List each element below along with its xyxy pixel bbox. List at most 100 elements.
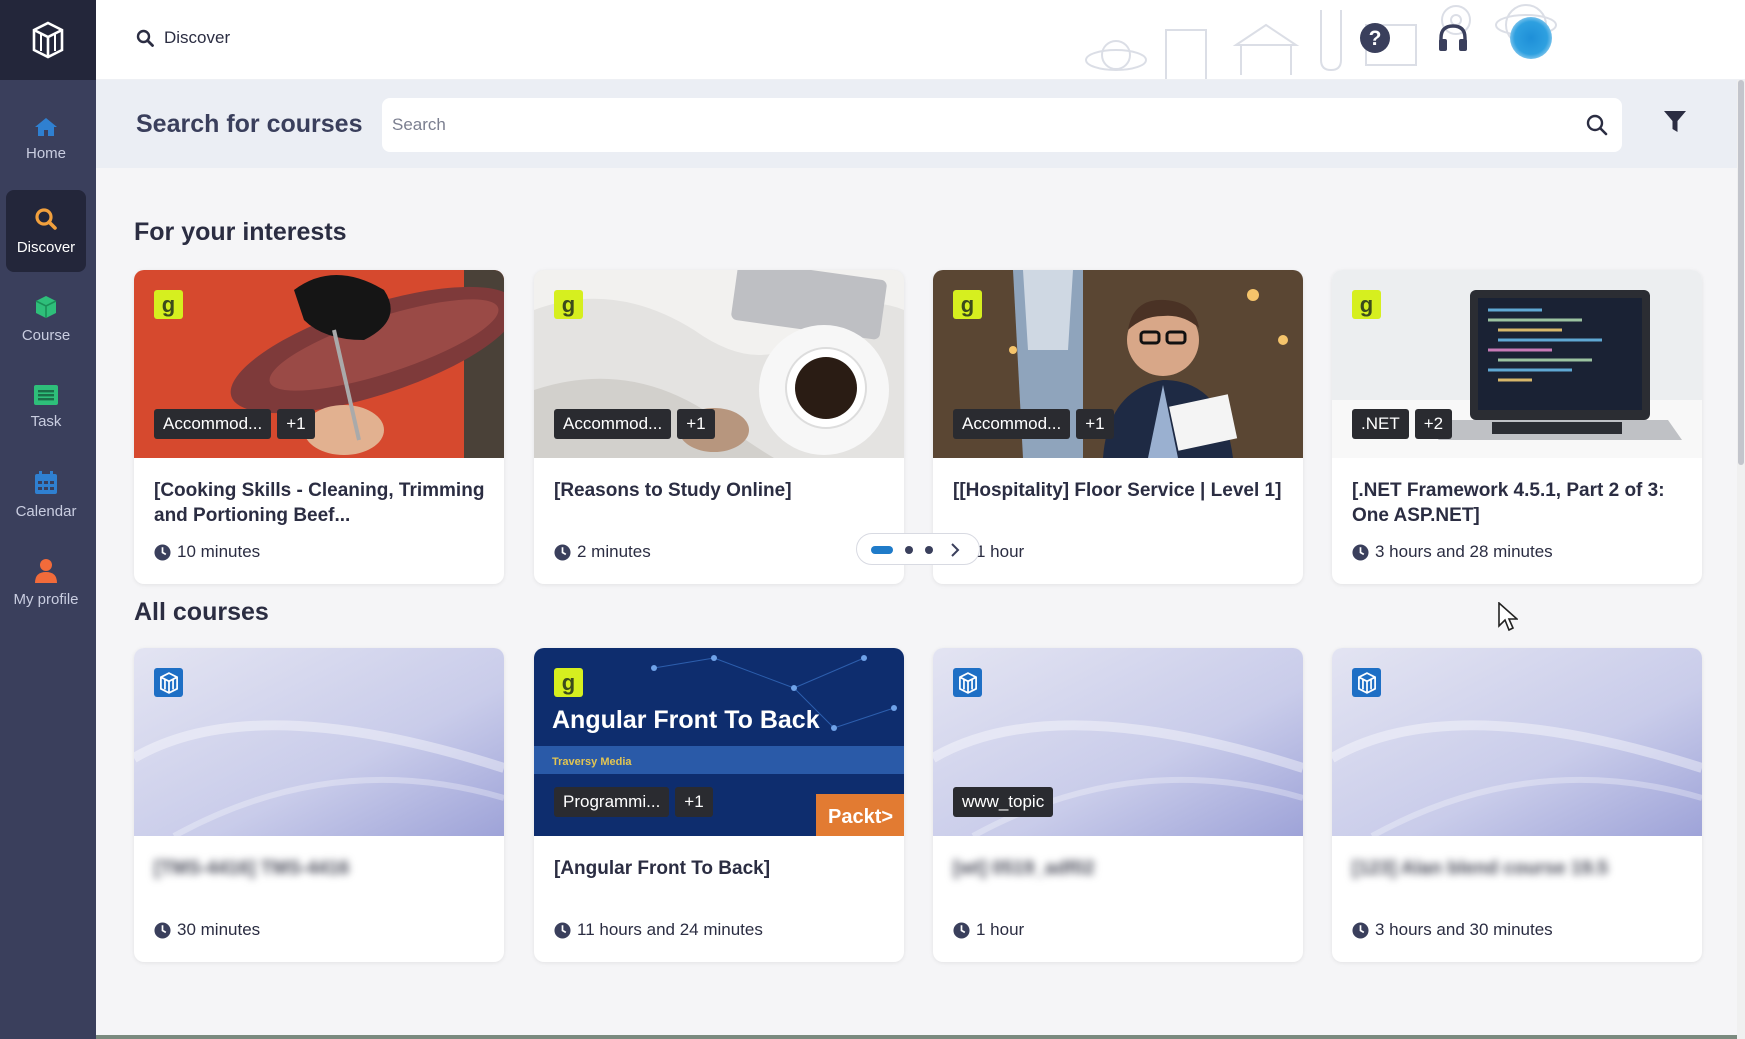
tag: Accommod... (953, 409, 1071, 439)
course-duration: 2 minutes (554, 542, 651, 562)
tag: www_topic (953, 787, 1054, 817)
main-content: For your interests g Accommod... +1 [Coo… (96, 168, 1737, 1039)
search-icon (35, 207, 57, 230)
cube-icon (958, 671, 977, 694)
sidebar-item-calendar[interactable]: Calendar (6, 454, 86, 536)
clock-icon (1352, 543, 1369, 561)
course-card[interactable]: g Accommod... +1 [Reasons to Study Onlin… (534, 270, 904, 584)
course-thumbnail: Angular Front To Back Traversy Media Pac… (534, 648, 904, 836)
course-image (134, 648, 504, 836)
breadcrumb: Discover (136, 28, 230, 48)
course-duration-text: 1 hour (976, 542, 1025, 561)
clock-icon (1352, 921, 1369, 939)
clock-icon (554, 921, 571, 939)
course-duration: 3 hours and 28 minutes (1352, 542, 1553, 562)
course-title: [Reasons to Study Online] (554, 480, 792, 501)
top-bar: Discover ? (96, 0, 1745, 80)
provider-logo-g: g (554, 290, 583, 319)
course-duration: 10 minutes (154, 542, 260, 562)
sidebar-item-label: Task (30, 412, 62, 430)
banner-subtitle: Traversy Media (552, 756, 632, 768)
pager-dot-2[interactable] (905, 546, 913, 554)
cube-icon (35, 295, 57, 318)
tag-more: +1 (277, 409, 315, 439)
banner-brand: Packt> (828, 806, 893, 828)
course-card[interactable]: [123] Alan blend course 19.5 3 hours and… (1332, 648, 1702, 962)
tag-more: +1 (675, 787, 713, 817)
course-thumbnail: g Accommod... +1 (534, 270, 904, 458)
tag-list: Accommod... +1 (953, 409, 1114, 439)
carousel-pager (856, 533, 980, 565)
tag-list: .NET +2 (1352, 409, 1453, 439)
vertical-scrollbar[interactable] (1737, 80, 1745, 1039)
search-icon (136, 29, 154, 47)
task-icon (34, 384, 58, 405)
help-icon[interactable]: ? (1359, 22, 1391, 54)
provider-logo-cube (953, 668, 982, 697)
course-duration-text: 30 minutes (177, 920, 261, 939)
course-duration-text: 3 hours and 30 minutes (1375, 920, 1553, 939)
course-card[interactable]: www_topic [wt] 0519_adf02 1 hour (933, 648, 1303, 962)
course-card[interactable]: g Accommod... +1 [Cooking Skills - Clean… (134, 270, 504, 584)
home-icon (35, 117, 57, 136)
section-title-interests: For your interests (134, 218, 347, 246)
course-title: [.NET Framework 4.5.1, Part 2 of 3: One … (1352, 480, 1665, 526)
search-submit-icon[interactable] (1586, 114, 1608, 136)
search-box (382, 98, 1622, 152)
calendar-icon (35, 470, 57, 494)
cube-icon (1357, 671, 1376, 694)
window-bottom-edge (96, 1035, 1737, 1039)
course-card[interactable]: g Accommod... +1 [[Hospitality] Floor Se… (933, 270, 1303, 584)
course-duration-text: 3 hours and 28 minutes (1375, 542, 1553, 561)
tag-list: Accommod... +1 (554, 409, 715, 439)
course-title: [wt] 0519_adf02 (953, 858, 1095, 879)
course-image (1332, 648, 1702, 836)
person-icon (35, 558, 57, 583)
sidebar-item-my-profile[interactable]: My profile (6, 542, 86, 624)
sidebar-item-discover[interactable]: Discover (6, 190, 86, 272)
course-thumbnail (1332, 648, 1702, 836)
course-card[interactable]: Angular Front To Back Traversy Media Pac… (534, 648, 904, 962)
sidebar-item-label: My profile (13, 590, 79, 608)
sidebar-item-label: Discover (16, 238, 76, 256)
chevron-right-icon[interactable] (949, 543, 961, 557)
cube-icon (159, 671, 178, 694)
course-thumbnail: g Accommod... +1 (933, 270, 1303, 458)
course-title: [123] Alan blend course 19.5 (1352, 858, 1608, 879)
provider-logo-cube (154, 668, 183, 697)
provider-logo-g: g (554, 668, 583, 697)
scrollbar-thumb[interactable] (1738, 80, 1744, 465)
course-duration: 1 hour (953, 920, 1024, 940)
sidebar-item-label: Calendar (15, 502, 77, 520)
course-thumbnail: g .NET +2 (1332, 270, 1702, 458)
sidebar-item-course[interactable]: Course (6, 278, 86, 360)
avatar[interactable] (1510, 17, 1552, 59)
pager-dot-3[interactable] (925, 546, 933, 554)
mouse-cursor-icon (1498, 602, 1518, 632)
pager-dot-1[interactable] (871, 546, 893, 554)
provider-logo-g: g (953, 290, 982, 319)
app-logo[interactable] (0, 0, 96, 80)
filter-icon[interactable] (1664, 111, 1686, 133)
breadcrumb-label: Discover (164, 28, 231, 47)
course-card[interactable]: g .NET +2 [.NET Framework 4.5.1, Part 2 … (1332, 270, 1702, 584)
course-title: [TMS-4416] TMS-4416 (154, 858, 350, 879)
search-input[interactable] (382, 98, 1562, 152)
sidebar-item-home[interactable]: Home (6, 98, 86, 180)
banner-title: Angular Front To Back (552, 706, 820, 734)
logo-cube-icon (32, 21, 64, 59)
clock-icon (554, 543, 571, 561)
course-duration: 3 hours and 30 minutes (1352, 920, 1553, 940)
sidebar-item-task[interactable]: Task (6, 366, 86, 448)
background-doodles (1085, 4, 1557, 79)
provider-logo-g: g (1352, 290, 1381, 319)
course-card[interactable]: [TMS-4416] TMS-4416 30 minutes (134, 648, 504, 962)
course-duration-text: 11 hours and 24 minutes (577, 920, 763, 939)
clock-icon (154, 543, 171, 561)
course-title: [Angular Front To Back] (554, 858, 771, 879)
tag: .NET (1352, 409, 1409, 439)
headset-icon[interactable] (1437, 22, 1469, 54)
course-duration: 30 minutes (154, 920, 260, 940)
tag-list: www_topic (953, 787, 1054, 817)
svg-text:?: ? (1369, 27, 1382, 50)
